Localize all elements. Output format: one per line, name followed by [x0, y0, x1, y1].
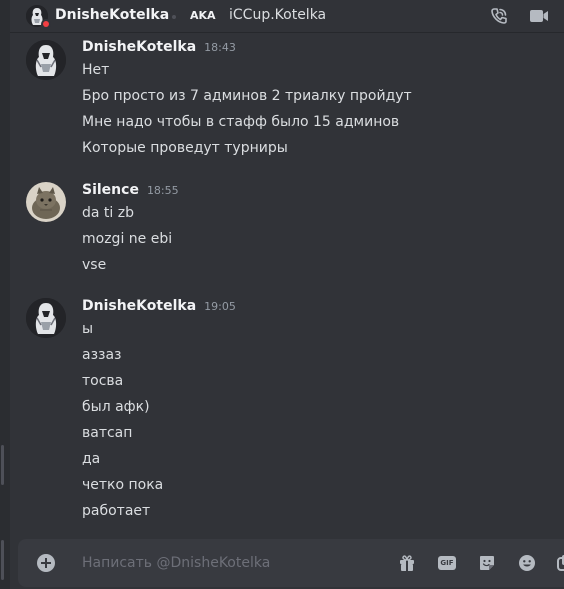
message-text: Мне надо чтобы в стафф было 15 админов — [82, 114, 400, 130]
message-text: аззаз — [82, 347, 122, 363]
author-line: Silence 18:55 — [82, 182, 179, 200]
author-line: DnisheKotelka 19:05 — [82, 298, 236, 316]
message-text: Бро просто из 7 админов 2 триалку пройду… — [82, 88, 412, 104]
sticker-icon[interactable] — [477, 553, 497, 573]
message-text: работает — [82, 503, 151, 519]
scroll-marker — [1, 445, 4, 485]
gif-label: GIF — [438, 556, 456, 570]
message-timestamp: 19:05 — [204, 300, 236, 313]
header-separator — [172, 15, 176, 19]
message-input[interactable] — [82, 553, 382, 573]
message-group: Silence 18:55 da ti zb mozgi ne ebi vse — [10, 182, 564, 282]
message-text: ватсап — [82, 425, 133, 441]
message-composer: GIF — [18, 539, 564, 587]
aka-name[interactable]: iCCup.Kotelka — [229, 7, 326, 23]
author-name[interactable]: DnisheKotelka — [82, 298, 196, 314]
emoji-icon[interactable] — [517, 553, 537, 573]
author-name[interactable]: DnisheKotelka — [82, 39, 196, 55]
message-text: ы — [82, 321, 94, 337]
header-username: DnisheKotelka — [55, 7, 170, 23]
message-text: да — [82, 451, 101, 467]
message-text: da ti zb — [82, 205, 134, 221]
gift-icon[interactable] — [397, 553, 417, 573]
add-attachment-icon[interactable] — [37, 554, 55, 572]
scroll-marker — [1, 540, 4, 580]
message-group: DnisheKotelka 18:43 Нет Бро просто из 7 … — [10, 34, 564, 174]
aka-label: AKA — [190, 9, 216, 22]
apps-icon[interactable] — [555, 553, 564, 573]
dm-header: DnisheKotelka AKA iCCup.Kotelka — [10, 0, 564, 33]
message-group: DnisheKotelka 19:05 ы аззаз тосва был аф… — [10, 298, 564, 528]
message-text: Нет — [82, 62, 110, 78]
user-avatar[interactable] — [26, 182, 66, 222]
user-avatar[interactable] — [26, 40, 66, 80]
dnd-status-indicator — [41, 19, 51, 29]
phone-call-icon[interactable] — [488, 5, 510, 27]
author-name[interactable]: Silence — [82, 182, 139, 198]
message-timestamp: 18:55 — [146, 184, 179, 197]
gif-icon[interactable]: GIF — [437, 553, 457, 573]
message-text: Которые проведут турниры — [82, 140, 288, 156]
channel-sidebar-edge — [0, 0, 10, 589]
message-text: mozgi ne ebi — [82, 231, 173, 247]
user-avatar[interactable] — [26, 298, 66, 338]
message-text: тосва — [82, 373, 124, 389]
message-list: DnisheKotelka 18:43 Нет Бро просто из 7 … — [10, 34, 564, 535]
message-text: vse — [82, 257, 107, 273]
message-text: был афк) — [82, 399, 150, 415]
message-timestamp: 18:43 — [204, 41, 236, 54]
message-text: четко пока — [82, 477, 164, 493]
author-line: DnisheKotelka 18:43 — [82, 39, 236, 57]
video-camera-icon[interactable] — [528, 5, 550, 27]
